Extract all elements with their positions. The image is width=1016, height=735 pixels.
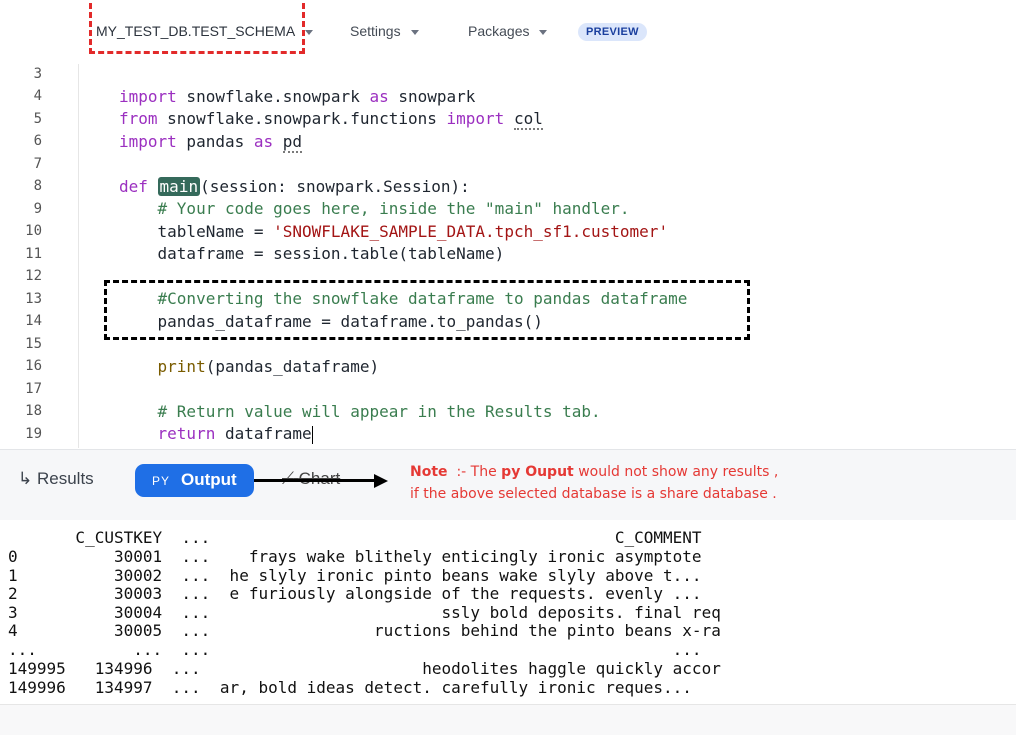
results-tab-bar: ↳ Results PY Output ⟋ Chart Note :- The … xyxy=(0,449,1016,521)
code-line: import snowflake.snowpark as snowpark xyxy=(119,87,476,106)
annotation-note: Note :- The py Ouput would not show any … xyxy=(410,461,778,505)
line-number: 19 xyxy=(25,426,42,442)
output-line: 149995 134996 ... heodolites haggle quic… xyxy=(8,659,721,678)
line-number: 5 xyxy=(33,111,42,127)
note-line-1: Note :- The py Ouput would not show any … xyxy=(410,461,778,483)
line-number: 18 xyxy=(25,403,42,419)
settings-menu[interactable]: Settings xyxy=(350,23,419,39)
database-schema-label: MY_TEST_DB.TEST_SCHEMA xyxy=(96,23,296,39)
database-schema-selector[interactable]: MY_TEST_DB.TEST_SCHEMA xyxy=(96,23,314,39)
code-line: dataframe = session.table(tableName) xyxy=(119,244,505,263)
line-number: 10 xyxy=(25,223,42,239)
note-separator: :- xyxy=(456,464,467,480)
top-toolbar: MY_TEST_DB.TEST_SCHEMA Settings Packages… xyxy=(0,0,1016,64)
code-line: print(pandas_dataframe) xyxy=(157,357,380,376)
tab-results-label: Results xyxy=(36,469,94,488)
arrow-right-icon xyxy=(374,474,388,488)
packages-label: Packages xyxy=(468,23,530,39)
line-number: 3 xyxy=(33,66,42,82)
line-number: 8 xyxy=(33,178,42,194)
chevron-down-icon xyxy=(410,29,419,35)
note-text-b: would not show any results , xyxy=(578,464,779,480)
tab-output[interactable]: PY Output xyxy=(135,464,254,497)
bottom-status-strip xyxy=(0,704,1016,735)
python-badge: PY xyxy=(152,474,171,488)
tab-output-label: Output xyxy=(181,470,237,489)
note-text-a: The xyxy=(470,464,497,480)
output-line: 149996 134997 ... ar, bold ideas detect.… xyxy=(8,678,692,697)
return-arrow-icon: ↳ xyxy=(18,469,33,488)
line-number: 14 xyxy=(25,313,42,329)
output-line: 4 30005 ... ructions behind the pinto be… xyxy=(8,621,721,640)
annotation-arrow-line xyxy=(254,479,376,482)
line-number: 9 xyxy=(33,201,42,217)
chevron-down-icon xyxy=(539,29,548,35)
tab-results[interactable]: ↳ Results xyxy=(18,469,94,489)
code-line: import pandas as pd xyxy=(119,132,303,153)
note-title: Note xyxy=(410,464,448,480)
note-line-2: if the above selected database is a shar… xyxy=(410,486,777,502)
line-number: 6 xyxy=(33,133,42,149)
line-number: 12 xyxy=(25,268,42,284)
line-number: 13 xyxy=(25,291,42,307)
output-line: 1 30002 ... he slyly ironic pinto beans … xyxy=(8,566,702,585)
code-line: # Your code goes here, inside the "main"… xyxy=(157,199,630,218)
code-editor[interactable]: 3 4 5 6 7 8 9 10 11 12 13 14 15 16 17 18… xyxy=(0,64,1016,448)
output-line: 3 30004 ... ssly bold deposits. final re… xyxy=(8,603,721,622)
note-highlight: py Ouput xyxy=(501,464,574,480)
preview-badge: PREVIEW xyxy=(578,23,647,41)
output-line: C_CUSTKEY ... C_COMMENT xyxy=(8,528,702,547)
text-cursor xyxy=(311,425,313,444)
line-number: 11 xyxy=(25,246,42,262)
line-number: 16 xyxy=(25,358,42,374)
output-line: 2 30003 ... e furiously alongside of the… xyxy=(8,584,702,603)
line-number: 15 xyxy=(25,336,42,352)
line-number: 7 xyxy=(33,156,42,172)
output-line: ... ... ... ... xyxy=(8,640,702,659)
code-line: from snowflake.snowpark.functions import… xyxy=(119,109,543,130)
packages-menu[interactable]: Packages xyxy=(468,23,548,39)
code-line: def main (session: snowpark.Session): xyxy=(119,177,470,196)
code-line: tableName = 'SNOWFLAKE_SAMPLE_DATA.tpch_… xyxy=(119,222,669,241)
output-line: 0 30001 ... frays wake blithely enticing… xyxy=(8,547,702,566)
output-console[interactable]: C_CUSTKEY ... C_COMMENT 0 30001 ... fray… xyxy=(0,520,1016,704)
conversion-highlight-box xyxy=(104,280,750,340)
gutter-divider xyxy=(78,64,79,448)
chevron-down-icon xyxy=(305,29,314,35)
code-line: # Return value will appear in the Result… xyxy=(157,402,601,421)
line-number: 4 xyxy=(33,88,42,104)
code-line: return dataframe xyxy=(157,424,313,444)
line-number: 17 xyxy=(25,381,42,397)
settings-label: Settings xyxy=(350,23,401,39)
